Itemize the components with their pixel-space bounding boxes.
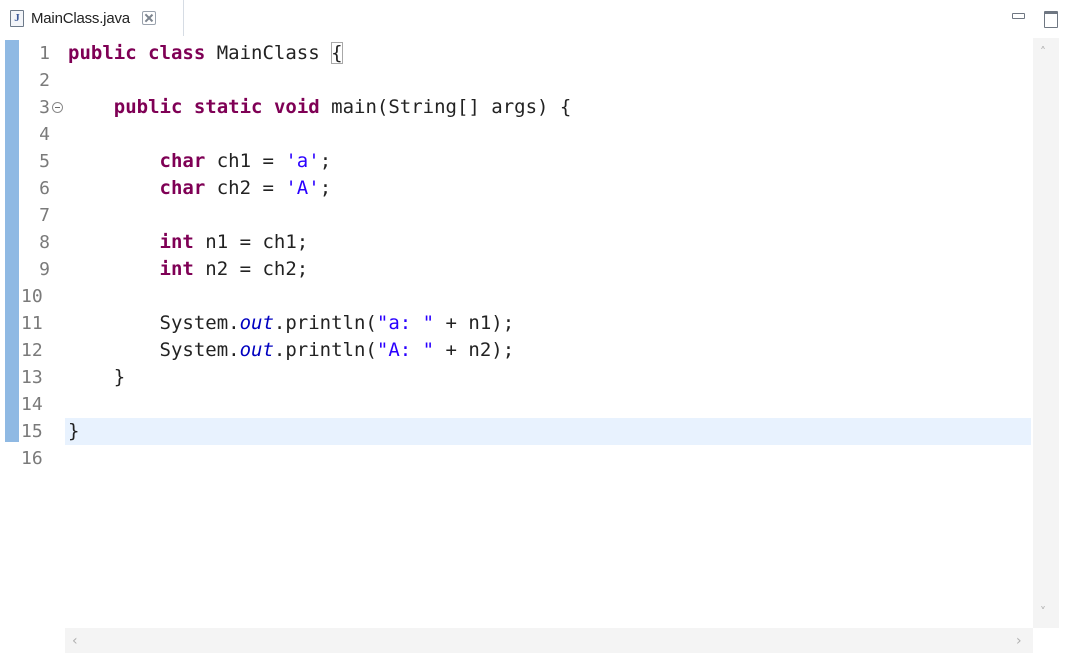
current-line-highlight: [65, 418, 1031, 445]
fold-collapse-icon[interactable]: [52, 102, 63, 113]
line-number: 5: [39, 151, 50, 172]
horizontal-scrollbar[interactable]: [65, 628, 1033, 653]
keyword-token: char: [159, 177, 206, 199]
code-token: main(String[] args) {: [319, 96, 572, 118]
scroll-up-icon[interactable]: ˄: [1040, 46, 1052, 58]
code-token: .println(: [273, 339, 377, 361]
code-token: ch1 =: [205, 150, 286, 172]
code-text-area[interactable]: public class MainClass { public static v…: [65, 38, 1031, 628]
code-token: }: [68, 420, 80, 442]
line-number: 11: [21, 313, 43, 334]
code-line: }: [68, 418, 79, 445]
line-number: 9: [39, 259, 50, 280]
java-file-icon-letter: J: [14, 11, 20, 24]
java-file-icon: J: [10, 9, 24, 27]
keyword-token: int: [159, 258, 194, 280]
change-ruler: [5, 40, 19, 442]
line-number: 15: [21, 421, 43, 442]
string-token: "A: ": [376, 339, 435, 361]
code-token: .println(: [273, 312, 377, 334]
matching-brace: {: [331, 42, 343, 64]
field-token: out: [239, 339, 274, 361]
field-token: out: [239, 312, 274, 334]
line-number: 3: [39, 97, 50, 118]
scroll-down-icon[interactable]: ˅: [1040, 606, 1052, 618]
line-number: 7: [39, 205, 50, 226]
code-editor[interactable]: 1 2 3 4 5 6 7 8 9 10 11 12 13 14 15 16 public class Mai…: [0, 38, 1080, 653]
code-token: + n1);: [434, 312, 515, 334]
line-number: 4: [39, 124, 50, 145]
minimize-icon[interactable]: [1010, 10, 1026, 26]
line-number: 12: [21, 340, 43, 361]
keyword-token: int: [159, 231, 194, 253]
line-number: 2: [39, 70, 50, 91]
code-token: }: [68, 366, 126, 388]
keyword-token: public: [68, 42, 137, 64]
editor-tab-bar: J MainClass.java: [0, 0, 1080, 38]
code-token: n2 = ch2;: [193, 258, 309, 280]
code-token: ch2 =: [205, 177, 286, 199]
code-line: System.out.println("a: " + n1);: [68, 310, 515, 337]
code-token: ;: [319, 150, 332, 172]
code-token: n1 = ch1;: [193, 231, 309, 253]
scroll-left-icon[interactable]: ‹: [72, 634, 84, 648]
code-line: int n1 = ch1;: [68, 229, 309, 256]
line-number: 14: [21, 394, 43, 415]
code-line: }: [68, 364, 125, 391]
string-token: 'A': [285, 177, 320, 199]
scroll-right-icon[interactable]: ›: [1016, 634, 1028, 648]
string-token: "a: ": [376, 312, 435, 334]
code-token: System.: [68, 312, 240, 334]
line-number: 8: [39, 232, 50, 253]
keyword-token: public: [113, 96, 183, 118]
line-number: 10: [21, 286, 43, 307]
maximize-icon[interactable]: [1043, 10, 1059, 28]
keyword-token: char: [159, 150, 206, 172]
line-number: 13: [21, 367, 43, 388]
code-token: System.: [68, 339, 240, 361]
code-line: int n2 = ch2;: [68, 256, 309, 283]
tab-mainclass-java[interactable]: J MainClass.java: [0, 0, 184, 36]
code-line: public class MainClass {: [68, 40, 343, 67]
code-token: + n2);: [434, 339, 515, 361]
keyword-token: class: [148, 42, 206, 64]
keyword-token: static: [193, 96, 263, 118]
code-line: char ch1 = 'a';: [68, 148, 332, 175]
code-line: public static void main(String[] args) {: [68, 94, 572, 121]
code-line: char ch2 = 'A';: [68, 175, 332, 202]
keyword-token: void: [273, 96, 320, 118]
vertical-scrollbar[interactable]: [1033, 38, 1059, 628]
string-token: 'a': [285, 150, 320, 172]
editor-right-edge: [1059, 38, 1080, 653]
line-number-gutter: 1 2 3 4 5 6 7 8 9 10 11 12 13 14 15 16: [20, 38, 65, 628]
close-tab-icon[interactable]: [141, 11, 156, 25]
tab-label: MainClass.java: [31, 9, 130, 27]
code-line: System.out.println("A: " + n2);: [68, 337, 515, 364]
code-token: ;: [319, 177, 332, 199]
line-number: 6: [39, 178, 50, 199]
line-number: 16: [21, 448, 43, 469]
line-number: 1: [39, 43, 50, 64]
code-token: MainClass: [205, 42, 332, 64]
